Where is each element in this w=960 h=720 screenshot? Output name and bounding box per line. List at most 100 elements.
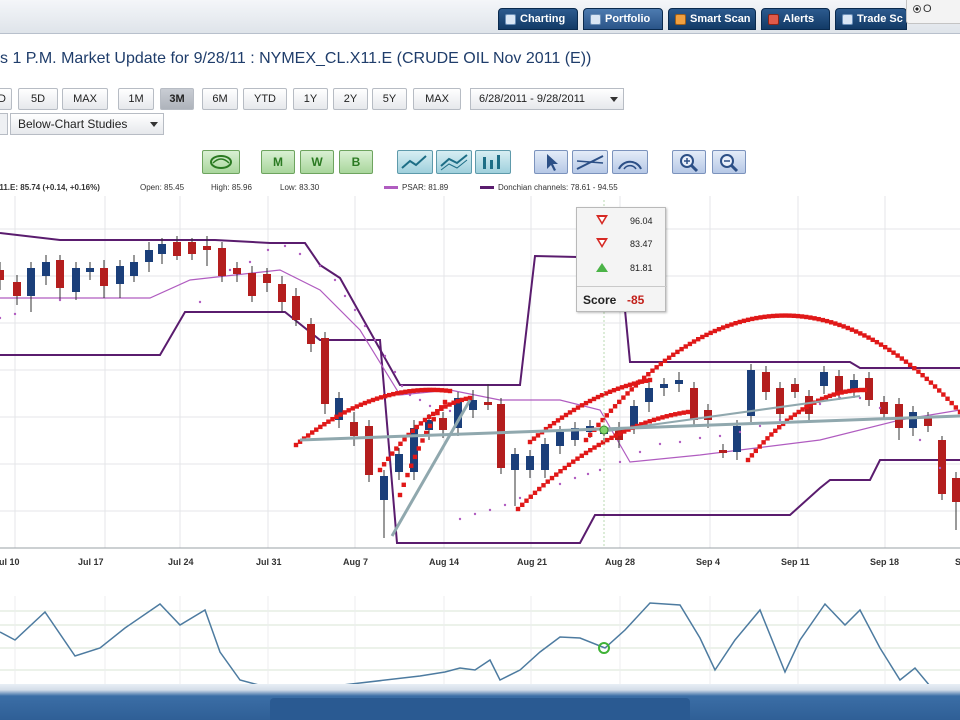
projection-marker xyxy=(314,427,319,432)
signal-row-2: 83.47 xyxy=(577,233,667,253)
psar-dot xyxy=(248,260,252,264)
projection-marker xyxy=(700,334,705,340)
up-candle xyxy=(130,262,138,276)
projection-marker xyxy=(551,421,557,426)
range-button-5d[interactable]: 5D xyxy=(18,88,58,110)
bars-tool-button[interactable] xyxy=(475,150,511,174)
below-chart-studies-dropdown[interactable]: Below-Chart Studies xyxy=(10,113,164,135)
projection-marker xyxy=(427,387,432,393)
projection-marker xyxy=(416,446,421,451)
projection-marker xyxy=(607,389,613,394)
projection-marker xyxy=(932,384,938,389)
wave-b-button[interactable]: B xyxy=(339,150,373,174)
pointer-tool-button[interactable] xyxy=(534,150,568,174)
projection-marker xyxy=(430,411,436,417)
draw-tool-button[interactable] xyxy=(572,150,608,174)
down-candle xyxy=(0,270,4,280)
wave-m-button[interactable]: M xyxy=(261,150,295,174)
crosshair-marker xyxy=(599,425,609,435)
range-button-ytd[interactable]: YTD xyxy=(243,88,287,110)
range-button-6m[interactable]: 6M xyxy=(202,88,238,110)
psar-dot xyxy=(738,430,742,434)
projection-marker xyxy=(762,314,767,320)
x-tick-label: Aug 21 xyxy=(517,557,548,567)
psar-dot xyxy=(383,354,387,358)
projection-marker xyxy=(761,440,766,445)
range-button-1y[interactable]: 1Y xyxy=(293,88,328,110)
psar-dot xyxy=(488,508,492,512)
donchian-readout: Donchian channels: 78.61 - 94.55 xyxy=(498,183,618,192)
range-button-1m[interactable]: 1M xyxy=(118,88,154,110)
projection-marker xyxy=(916,369,921,374)
projection-marker xyxy=(558,469,563,474)
channel-tool-button[interactable] xyxy=(436,150,472,174)
projection-marker xyxy=(583,400,589,406)
wave-w-button[interactable]: W xyxy=(300,150,334,174)
chart-legend: X11.E: 85.74 (+0.14, +0.16%) Open: 85.45… xyxy=(0,183,960,195)
projection-marker xyxy=(870,337,875,343)
projection-marker xyxy=(625,391,630,396)
range-button-max[interactable]: MAX xyxy=(413,88,461,110)
projection-marker xyxy=(629,387,634,392)
tab-charting[interactable]: Charting xyxy=(498,8,578,30)
down-candle xyxy=(263,274,271,283)
tab-alerts[interactable]: Alerts xyxy=(761,8,830,30)
radio-option[interactable]: O xyxy=(906,0,960,24)
projection-marker xyxy=(766,314,772,319)
pattern-tool-button[interactable] xyxy=(202,150,240,174)
projection-marker xyxy=(795,313,801,319)
projection-marker xyxy=(769,432,774,437)
projection-marker xyxy=(646,372,651,377)
zoom-out-button[interactable] xyxy=(712,150,746,174)
projection-marker xyxy=(820,317,826,323)
x-tick-label: Jul 10 xyxy=(0,557,20,567)
zoom-in-button[interactable] xyxy=(672,150,706,174)
up-candle xyxy=(733,426,741,452)
studies-side-button[interactable] xyxy=(0,113,8,135)
range-button-1d[interactable]: D xyxy=(0,88,12,110)
projection-marker xyxy=(583,437,589,443)
range-button-2y[interactable]: 2Y xyxy=(333,88,368,110)
up-candle xyxy=(660,384,668,388)
projection-marker xyxy=(591,396,597,402)
projection-marker xyxy=(792,412,797,417)
projection-marker xyxy=(849,327,855,332)
projection-marker xyxy=(322,422,327,427)
tab-portfolio[interactable]: Portfolio xyxy=(583,8,663,30)
psar-dot xyxy=(393,370,397,374)
donchian-swatch xyxy=(480,186,494,190)
range-button-3m[interactable]: 3M xyxy=(160,88,194,110)
projection-marker xyxy=(575,405,581,410)
projection-marker xyxy=(858,387,864,393)
projection-marker xyxy=(587,398,593,404)
projection-marker xyxy=(442,399,448,405)
oscillator-chart[interactable] xyxy=(0,596,960,684)
projection-marker xyxy=(401,482,406,488)
x-tick-label: Sep 11 xyxy=(781,557,810,567)
range-button-5y[interactable]: 5Y xyxy=(372,88,407,110)
psar-dot xyxy=(938,466,942,470)
projection-marker xyxy=(920,373,925,378)
psar-dot xyxy=(353,308,357,312)
projection-marker xyxy=(381,462,387,467)
bottom-tab[interactable] xyxy=(270,698,690,720)
projection-marker xyxy=(545,479,550,484)
low-readout: Low: 83.30 xyxy=(280,183,320,192)
x-tick-label: Jul 17 xyxy=(78,557,104,567)
range-button-max-left[interactable]: MAX xyxy=(62,88,108,110)
price-chart[interactable] xyxy=(0,196,960,554)
up-candle xyxy=(541,444,549,470)
projection-marker xyxy=(827,393,833,399)
down-candle xyxy=(248,273,256,296)
date-range-dropdown[interactable]: 6/28/2011 - 9/28/2011 xyxy=(470,88,624,110)
tab-trade-screen[interactable]: Trade Sc xyxy=(835,8,907,30)
fib-tool-button[interactable] xyxy=(612,150,648,174)
projection-marker xyxy=(708,330,713,336)
projection-marker xyxy=(679,346,684,352)
projection-marker xyxy=(541,483,546,488)
projection-marker xyxy=(828,320,834,325)
tab-smart-scan[interactable]: Smart Scan xyxy=(668,8,756,30)
projection-marker xyxy=(637,379,643,384)
x-tick-label: Jul 24 xyxy=(168,557,194,567)
trend-tool-button[interactable] xyxy=(397,150,433,174)
